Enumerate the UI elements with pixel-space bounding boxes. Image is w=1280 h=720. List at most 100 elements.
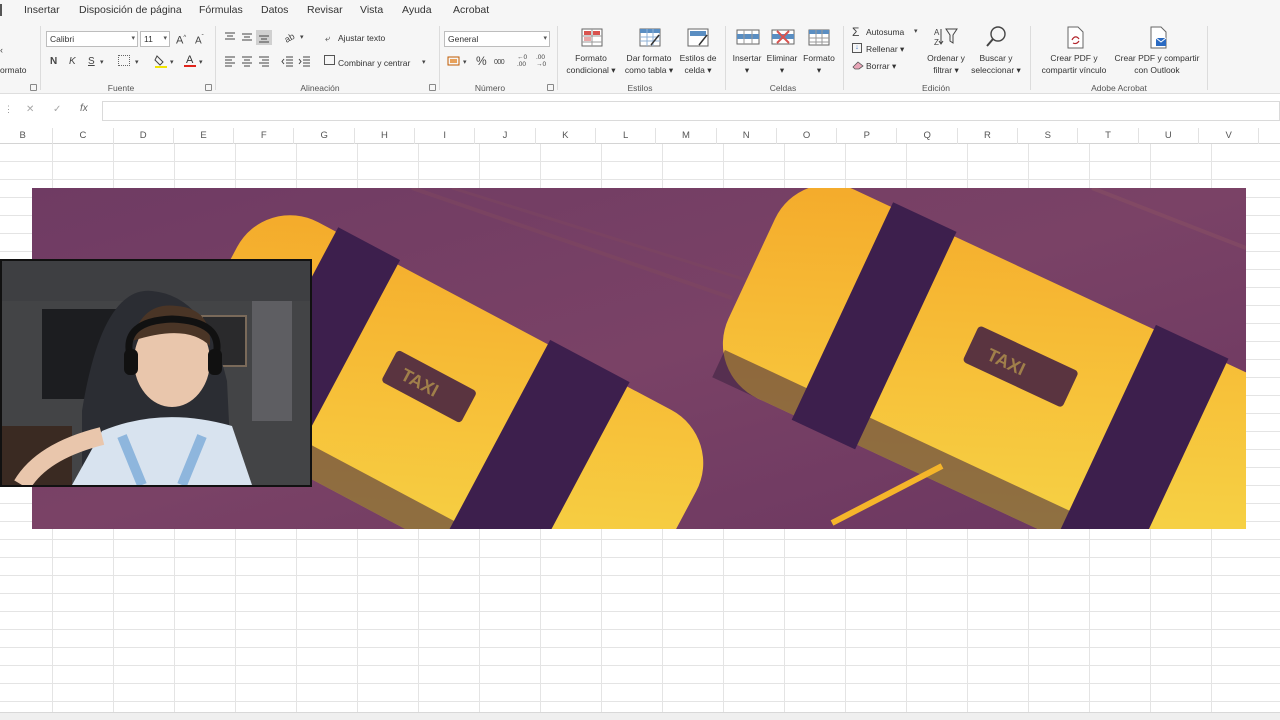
merge-center-button[interactable]: Combinar y centrar: [338, 57, 410, 69]
eraser-icon[interactable]: [852, 60, 864, 73]
column-header-m[interactable]: M: [656, 128, 717, 144]
chevron-down-icon[interactable]: ▾: [463, 57, 467, 69]
chevron-down-icon[interactable]: ▾: [914, 26, 918, 38]
align-bottom-icon[interactable]: [256, 30, 272, 45]
cell-styles-icon[interactable]: [687, 28, 709, 48]
column-header-e[interactable]: E: [174, 128, 235, 144]
delete-cells-icon[interactable]: [771, 28, 795, 48]
menu-disposicion[interactable]: Disposición de página: [79, 4, 182, 16]
column-header-t[interactable]: T: [1078, 128, 1139, 144]
underline-button[interactable]: S: [88, 56, 95, 68]
borders-icon[interactable]: [118, 55, 130, 66]
menu-formulas[interactable]: Fórmulas: [199, 4, 243, 16]
column-header-i[interactable]: I: [415, 128, 476, 144]
column-header-c[interactable]: C: [53, 128, 114, 144]
insert-cells-icon[interactable]: [736, 28, 760, 48]
increase-indent-icon[interactable]: [298, 55, 311, 70]
wrap-text-icon[interactable]: ⤶: [325, 32, 330, 44]
pdf-link-icon[interactable]: [1064, 26, 1086, 49]
font-launcher-icon[interactable]: [205, 84, 212, 91]
align-right-icon[interactable]: [258, 55, 270, 70]
format-cells-icon[interactable]: [808, 28, 830, 48]
column-header-l[interactable]: L: [596, 128, 657, 144]
align-center-icon[interactable]: [241, 55, 253, 70]
format-as-table-button[interactable]: Dar formato como tabla ▾: [625, 52, 673, 76]
font-name-select[interactable]: Calibri ▾: [46, 31, 138, 47]
column-header-k[interactable]: K: [536, 128, 596, 144]
chevron-down-icon[interactable]: ▾: [135, 57, 139, 69]
chevron-down-icon[interactable]: ▾: [300, 32, 304, 44]
conditional-format-button[interactable]: Formato condicional ▾: [566, 52, 615, 76]
chevron-down-icon[interactable]: ▾: [100, 57, 104, 69]
insert-function-button[interactable]: fx: [80, 103, 88, 114]
bold-button[interactable]: N: [50, 56, 57, 68]
increase-font-icon[interactable]: A^: [176, 32, 186, 47]
sheet-tabs-bar[interactable]: [0, 712, 1280, 720]
find-select-button[interactable]: Buscar y seleccionar ▾: [971, 52, 1021, 76]
formula-input[interactable]: [102, 101, 1280, 121]
font-size-select[interactable]: 11 ▾: [140, 31, 170, 47]
column-header-s[interactable]: S: [1018, 128, 1079, 144]
column-header-f[interactable]: F: [234, 128, 295, 144]
confirm-icon[interactable]: ✓: [53, 104, 61, 115]
wrap-text-button[interactable]: Ajustar texto: [338, 32, 385, 44]
format-painter-label[interactable]: ormato: [0, 64, 26, 76]
percent-icon[interactable]: %: [476, 55, 487, 67]
decrease-font-icon[interactable]: Aˇ: [195, 32, 204, 47]
column-header-o[interactable]: O: [777, 128, 838, 144]
cell-styles-button[interactable]: Estilos de celda ▾: [680, 52, 717, 76]
merge-center-icon[interactable]: [324, 55, 335, 65]
column-header-b[interactable]: B: [0, 128, 54, 144]
create-pdf-outlook-button[interactable]: Crear PDF y compartir con Outlook: [1114, 52, 1199, 76]
alignment-launcher-icon[interactable]: [429, 84, 436, 91]
chevron-down-icon[interactable]: ▾: [170, 57, 174, 69]
fill-down-icon[interactable]: ↓: [852, 43, 862, 53]
create-pdf-link-button[interactable]: Crear PDF y compartir vínculo: [1042, 52, 1107, 76]
format-cells-button[interactable]: Formato ▾: [803, 52, 835, 76]
format-as-table-icon[interactable]: [639, 28, 661, 48]
sort-filter-button[interactable]: Ordenar y filtrar ▾: [927, 52, 965, 76]
fill-color-icon[interactable]: [154, 54, 168, 71]
column-header-g[interactable]: G: [295, 128, 355, 144]
align-left-icon[interactable]: [224, 55, 236, 70]
column-header-d[interactable]: D: [114, 128, 174, 144]
column-header-v[interactable]: V: [1199, 128, 1260, 144]
align-top-icon[interactable]: [224, 31, 236, 46]
search-icon[interactable]: [985, 26, 1007, 47]
thousands-icon[interactable]: 000: [494, 57, 505, 69]
pdf-outlook-icon[interactable]: [1147, 26, 1169, 49]
autosum-icon[interactable]: Σ: [852, 26, 859, 38]
autosum-button[interactable]: Autosuma: [866, 26, 904, 38]
decrease-decimal-icon[interactable]: .00 →0: [536, 54, 546, 68]
increase-decimal-icon[interactable]: ←0.00: [517, 54, 527, 68]
menu-insertar[interactable]: Insertar: [24, 4, 60, 16]
cancel-icon[interactable]: ✕: [26, 104, 34, 115]
align-middle-icon[interactable]: [241, 31, 253, 46]
clear-button[interactable]: Borrar ▾: [866, 60, 896, 72]
insert-cells-button[interactable]: Insertar ▾: [733, 52, 762, 76]
menu-revisar[interactable]: Revisar: [307, 4, 343, 16]
chevron-down-icon[interactable]: ▾: [199, 57, 203, 69]
fill-button[interactable]: Rellenar ▾: [866, 43, 904, 55]
column-header-h[interactable]: H: [355, 128, 416, 144]
number-format-select[interactable]: General ▾: [444, 31, 550, 47]
menu-datos[interactable]: Datos: [261, 4, 288, 16]
italic-button[interactable]: K: [69, 56, 76, 68]
drag-handle-icon[interactable]: ⋮: [4, 104, 13, 115]
file-tab-edge[interactable]: [0, 4, 4, 16]
conditional-format-icon[interactable]: [581, 28, 603, 48]
column-header-n[interactable]: N: [717, 128, 777, 144]
sort-filter-icon[interactable]: AZ: [934, 26, 958, 47]
chevron-down-icon[interactable]: ▾: [422, 57, 426, 69]
column-header-u[interactable]: U: [1139, 128, 1199, 144]
font-color-icon[interactable]: A: [183, 53, 197, 71]
accounting-format-icon[interactable]: [447, 55, 461, 70]
number-launcher-icon[interactable]: [547, 84, 554, 91]
clipboard-launcher-icon[interactable]: [30, 84, 37, 91]
column-header-r[interactable]: R: [958, 128, 1019, 144]
decrease-indent-icon[interactable]: [281, 55, 294, 70]
delete-cells-button[interactable]: Eliminar ▾: [767, 52, 798, 76]
column-header-p[interactable]: P: [837, 128, 898, 144]
column-header-j[interactable]: J: [475, 128, 536, 144]
menu-ayuda[interactable]: Ayuda: [402, 4, 432, 16]
